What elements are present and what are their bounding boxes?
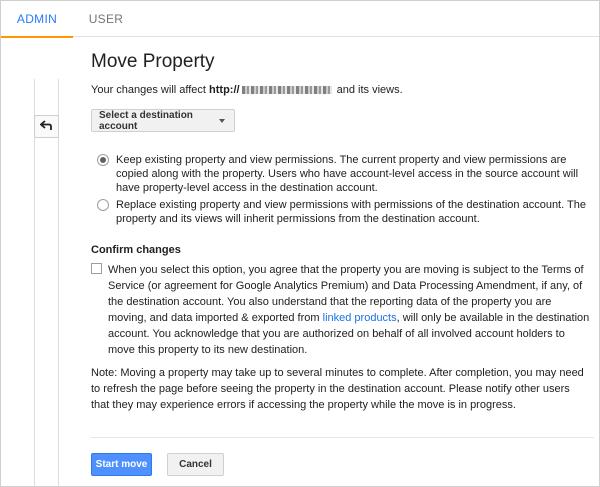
linked-products-link[interactable]: linked products <box>323 312 397 324</box>
main-content: Move Property Your changes will affect h… <box>91 1 594 486</box>
page-title: Move Property <box>91 51 215 72</box>
move-property-panel: ADMIN USER Move Property Your changes wi… <box>0 0 600 487</box>
option-replace-permissions-text: Replace existing property and view permi… <box>116 199 586 225</box>
confirm-changes-text: When you select this option, you agree t… <box>108 264 590 356</box>
affect-suffix: and its views. <box>333 84 403 96</box>
confirm-changes-heading: Confirm changes <box>91 244 181 256</box>
affected-property-url: http:// <box>209 84 334 96</box>
affect-prefix: Your changes will affect <box>91 84 210 96</box>
destination-account-select[interactable]: Select a destination account <box>91 109 235 132</box>
move-note: Note: Moving a property may take up to s… <box>91 367 584 411</box>
obscured-url-text <box>241 86 332 95</box>
start-move-button[interactable]: Start move <box>91 453 152 476</box>
confirm-changes-checkbox[interactable] <box>91 263 102 274</box>
radio-replace-permissions[interactable] <box>97 199 109 211</box>
affected-property-line: Your changes will affect http:// and its… <box>91 84 591 96</box>
caret-down-icon <box>219 119 225 123</box>
radio-keep-permissions[interactable] <box>97 154 109 166</box>
cancel-button[interactable]: Cancel <box>167 453 224 476</box>
back-arrow-icon <box>39 118 53 136</box>
left-rail <box>34 79 59 486</box>
destination-account-select-label: Select a destination account <box>99 109 193 132</box>
back-button[interactable] <box>34 115 59 138</box>
tab-admin[interactable]: ADMIN <box>1 1 73 38</box>
option-keep-permissions-text: Keep existing property and view permissi… <box>116 154 579 194</box>
divider <box>91 437 594 438</box>
